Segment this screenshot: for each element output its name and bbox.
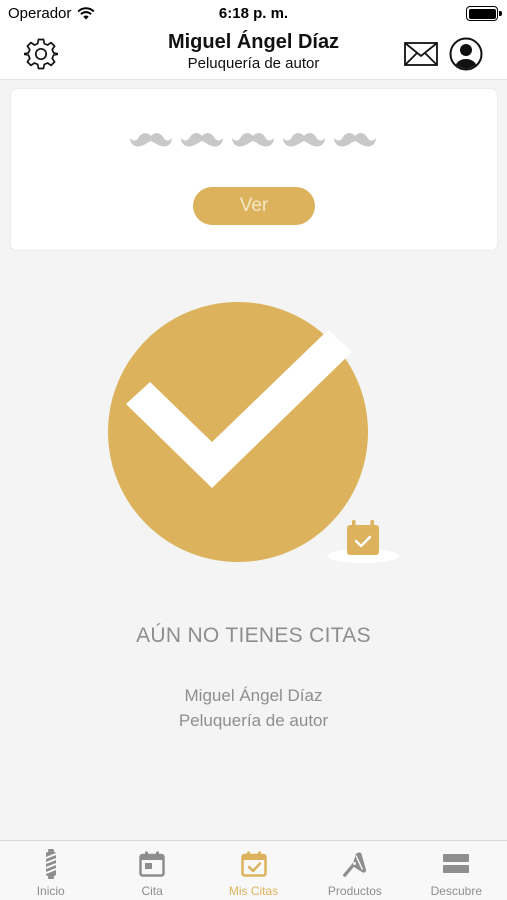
barber-pole-icon (45, 849, 57, 879)
calendar-check-icon (240, 851, 267, 877)
tab-descubre[interactable]: Descubre (406, 841, 507, 900)
mustache-icon[interactable] (129, 129, 173, 151)
rating-card: Ver (11, 89, 497, 250)
envelope-icon (404, 42, 438, 66)
header: Miguel Ángel Díaz Peluquería de autor (0, 28, 507, 80)
tab-label: Descubre (430, 884, 482, 898)
menu-bars-icon (443, 854, 470, 873)
empty-state-title: AÚN NO TIENES CITAS (136, 624, 371, 647)
razor-icon (343, 852, 367, 877)
battery-icon (466, 6, 502, 21)
view-button[interactable]: Ver (193, 187, 315, 225)
tab-label: Cita (141, 884, 163, 898)
mustache-icon[interactable] (180, 129, 224, 151)
mustache-icon[interactable] (333, 129, 377, 151)
mustache-icon[interactable] (282, 129, 326, 151)
status-bar: Operador 6:18 p. m. (0, 0, 507, 28)
tab-label: Mis Citas (228, 884, 279, 898)
messages-button[interactable] (403, 36, 439, 72)
calendar-icon (139, 851, 165, 877)
tab-productos[interactable]: Productos (304, 841, 405, 900)
user-profile-icon (449, 37, 483, 71)
tab-label: Inicio (36, 884, 65, 898)
mustache-rating (129, 129, 377, 151)
tab-inicio[interactable]: Inicio (0, 841, 101, 900)
profile-button[interactable] (448, 36, 484, 72)
tab-cita[interactable]: Cita (101, 841, 202, 900)
mustache-icon[interactable] (231, 129, 275, 151)
tab-label: Productos (327, 884, 382, 898)
empty-state-illustration (108, 302, 399, 563)
tab-mis-citas[interactable]: Mis Citas (203, 841, 304, 900)
calendar-check-icon (347, 520, 379, 555)
tab-bar: Inicio Cita Mis Citas Productos Descubre (0, 840, 507, 900)
clock: 6:18 p. m. (218, 5, 289, 22)
empty-state-subtitle: Peluquería de autor (178, 711, 329, 730)
empty-state-name: Miguel Ángel Díaz (184, 686, 323, 705)
